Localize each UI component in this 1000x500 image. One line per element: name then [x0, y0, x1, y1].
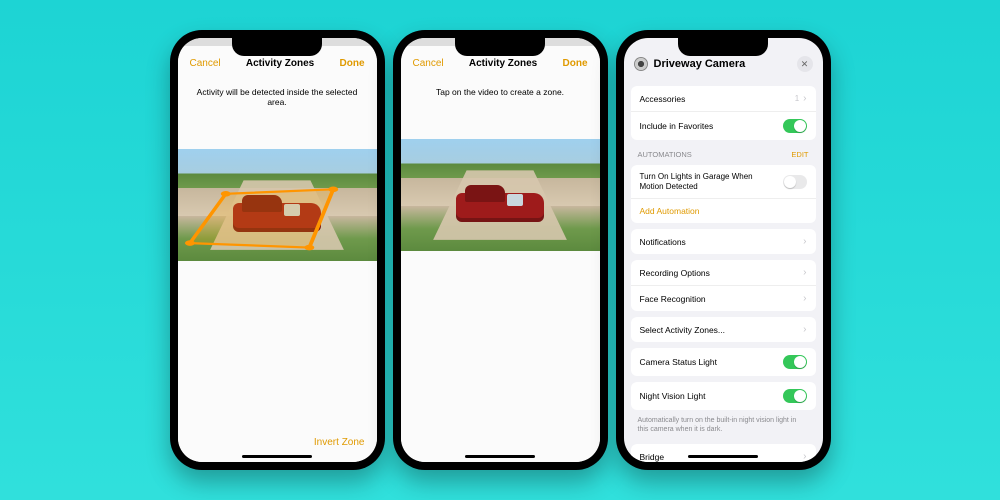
done-button[interactable]: Done	[340, 58, 365, 69]
row-notifications[interactable]: Notifications ›	[631, 229, 816, 254]
accessories-label: Accessories	[640, 94, 686, 104]
home-indicator[interactable]	[688, 455, 758, 458]
chevron-right-icon: ›	[803, 293, 806, 304]
night-vision-label: Night Vision Light	[640, 391, 706, 401]
bridge-label: Bridge	[640, 452, 665, 462]
row-accessories[interactable]: Accessories 1 ›	[631, 86, 816, 112]
row-face-recognition[interactable]: Face Recognition ›	[631, 286, 816, 311]
chevron-right-icon: ›	[803, 267, 806, 278]
device-title: Driveway Camera	[654, 58, 746, 70]
home-indicator[interactable]	[242, 455, 312, 458]
chevron-right-icon: ›	[803, 93, 806, 104]
status-light-toggle[interactable]	[783, 355, 807, 369]
status-light-label: Camera Status Light	[640, 357, 717, 367]
phone-mockup-1: Cancel Activity Zones Done Activity will…	[170, 30, 385, 470]
recording-options-label: Recording Options	[640, 268, 710, 278]
camera-icon	[634, 57, 648, 71]
row-include-favorites: Include in Favorites	[631, 112, 816, 140]
row-add-automation[interactable]: Add Automation	[631, 199, 816, 223]
automations-header-text: AUTOMATIONS	[638, 150, 692, 159]
screen-activity-zones-selected: Cancel Activity Zones Done Activity will…	[178, 38, 377, 462]
cancel-button[interactable]: Cancel	[190, 58, 221, 69]
cancel-button[interactable]: Cancel	[413, 58, 444, 69]
face-recognition-label: Face Recognition	[640, 294, 706, 304]
notch	[678, 38, 768, 56]
activity-zone-fill[interactable]	[178, 149, 377, 261]
close-button[interactable]: ✕	[797, 56, 813, 72]
invert-zone-button[interactable]: Invert Zone	[314, 437, 365, 448]
settings-scroll[interactable]: Accessories 1 › Include in Favorites AUTO…	[624, 80, 823, 462]
page-title: Activity Zones	[246, 58, 314, 69]
row-night-vision-light: Night Vision Light	[631, 382, 816, 410]
help-text: Tap on the video to create a zone.	[401, 77, 600, 97]
select-zones-label: Select Activity Zones...	[640, 325, 726, 335]
home-indicator[interactable]	[465, 455, 535, 458]
row-camera-status-light: Camera Status Light	[631, 348, 816, 376]
notch	[455, 38, 545, 56]
automation-1-title: Turn On Lights in Garage When Motion Det…	[640, 172, 760, 191]
screen-activity-zones-empty: Cancel Activity Zones Done Tap on the vi…	[401, 38, 600, 462]
phone-mockup-3: Driveway Camera ✕ Accessories 1 › Include…	[616, 30, 831, 470]
page-title: Activity Zones	[469, 58, 537, 69]
night-vision-toggle[interactable]	[783, 389, 807, 403]
chevron-right-icon: ›	[803, 236, 806, 247]
chevron-right-icon: ›	[803, 324, 806, 335]
accessories-count: 1	[795, 94, 799, 103]
screen-camera-settings: Driveway Camera ✕ Accessories 1 › Include…	[624, 38, 823, 462]
help-text: Activity will be detected inside the sel…	[178, 77, 377, 107]
row-automation-1[interactable]: Turn On Lights in Garage When Motion Det…	[631, 165, 816, 199]
done-button[interactable]: Done	[563, 58, 588, 69]
row-bridge[interactable]: Bridge ›	[631, 444, 816, 462]
add-automation-label: Add Automation	[640, 206, 700, 216]
automations-edit-button[interactable]: EDIT	[791, 150, 808, 159]
phone-mockup-2: Cancel Activity Zones Done Tap on the vi…	[393, 30, 608, 470]
favorites-toggle[interactable]	[783, 119, 807, 133]
row-select-activity-zones[interactable]: Select Activity Zones... ›	[631, 317, 816, 342]
camera-preview[interactable]	[178, 149, 377, 261]
notifications-label: Notifications	[640, 237, 686, 247]
night-vision-help: Automatically turn on the built-in night…	[624, 416, 823, 438]
automation-1-toggle[interactable]	[783, 175, 807, 189]
automations-header: AUTOMATIONS EDIT	[624, 146, 823, 159]
camera-preview[interactable]	[401, 139, 600, 251]
car-object	[456, 193, 544, 222]
close-icon: ✕	[801, 59, 809, 70]
favorites-label: Include in Favorites	[640, 121, 714, 131]
chevron-right-icon: ›	[803, 451, 806, 462]
notch	[232, 38, 322, 56]
row-recording-options[interactable]: Recording Options ›	[631, 260, 816, 286]
